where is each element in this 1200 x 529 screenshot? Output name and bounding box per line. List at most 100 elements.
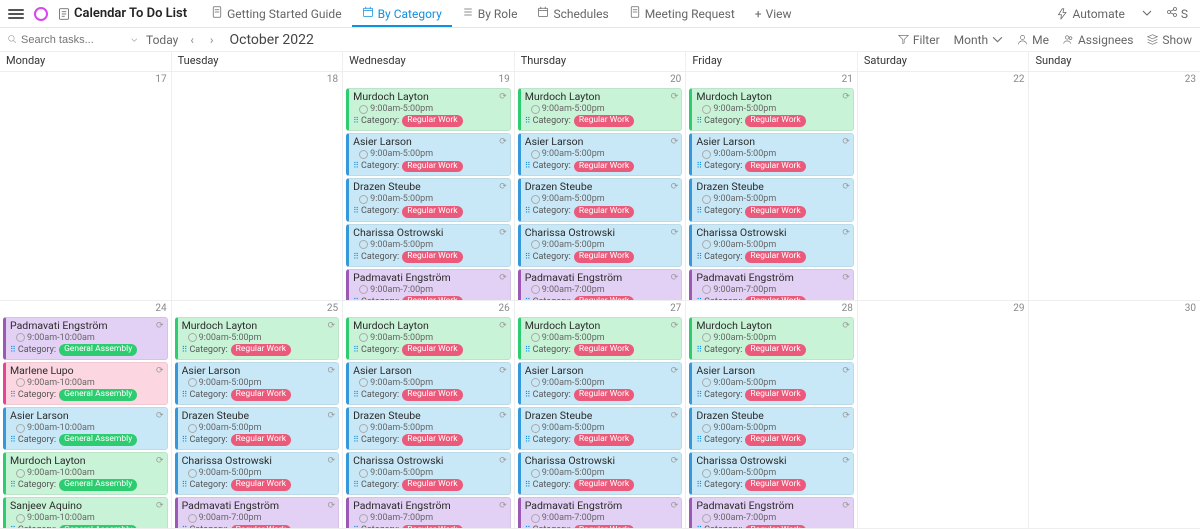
share-button[interactable]: S bbox=[1162, 4, 1192, 23]
event-time: 9:00am-5:00pm bbox=[359, 194, 506, 204]
event-card[interactable]: Marlene Lupo9:00am-10:00amCategory:Gener… bbox=[3, 362, 168, 405]
event-category-row: Category:Regular Work bbox=[353, 344, 506, 356]
category-badge: Regular Work bbox=[231, 434, 291, 446]
event-card[interactable]: Murdoch Layton9:00am-5:00pmCategory:Regu… bbox=[346, 88, 511, 131]
event-card[interactable]: Asier Larson9:00am-5:00pmCategory:Regula… bbox=[518, 362, 683, 405]
calendar-cell[interactable]: 27Murdoch Layton9:00am-5:00pmCategory:Re… bbox=[515, 301, 687, 529]
event-card[interactable]: Sanjeev Aquino9:00am-10:00amCategory:Gen… bbox=[3, 497, 168, 529]
event-card[interactable]: Murdoch Layton9:00am-5:00pmCategory:Regu… bbox=[175, 317, 340, 360]
calendar-cell[interactable]: 21Murdoch Layton9:00am-5:00pmCategory:Re… bbox=[686, 72, 858, 301]
event-time: 9:00am-5:00pm bbox=[702, 149, 849, 159]
timeframe-dropdown[interactable]: Month bbox=[954, 33, 1003, 47]
calendar-cell[interactable]: 19 Murdoch Layton9:00am-5:00pmCategory:Re… bbox=[343, 72, 515, 301]
event-card[interactable]: Murdoch Layton9:00am-5:00pmCategory:Regu… bbox=[518, 317, 683, 360]
event-time: 9:00am-5:00pm bbox=[188, 468, 335, 478]
calendar-cell[interactable]: 17 bbox=[0, 72, 172, 301]
category-label: Category: bbox=[10, 345, 56, 355]
event-category-row: Category:Regular Work bbox=[696, 389, 849, 401]
event-card[interactable]: Asier Larson9:00am-5:00pmCategory:Regula… bbox=[689, 133, 854, 176]
calendar-cell[interactable]: 30 bbox=[1029, 301, 1200, 529]
tab-by-category[interactable]: By Category bbox=[352, 0, 452, 27]
event-card[interactable]: Murdoch Layton9:00am-5:00pmCategory:Regu… bbox=[346, 317, 511, 360]
calendar-cell[interactable]: 18 bbox=[172, 72, 344, 301]
recurring-icon: ⟳ bbox=[671, 92, 679, 102]
event-card[interactable]: Drazen Steube9:00am-5:00pmCategory:Regul… bbox=[346, 178, 511, 221]
event-card[interactable]: Padmavati Engström9:00am-10:00amCategory… bbox=[3, 317, 168, 360]
automate-button[interactable]: Automate bbox=[1050, 4, 1132, 24]
event-card[interactable]: Padmavati Engström9:00am-7:00pmCategory:… bbox=[689, 497, 854, 529]
tab-schedules[interactable]: Schedules bbox=[527, 0, 618, 27]
filter-button[interactable]: Filter bbox=[898, 33, 940, 47]
event-card[interactable]: Drazen Steube9:00am-5:00pmCategory:Regul… bbox=[518, 407, 683, 450]
event-card[interactable]: Charissa Ostrowski9:00am-5:00pmCategory:… bbox=[175, 452, 340, 495]
category-label: Category: bbox=[353, 525, 399, 529]
search-box[interactable] bbox=[8, 34, 138, 46]
event-card[interactable]: Drazen Steube9:00am-5:00pmCategory:Regul… bbox=[689, 178, 854, 221]
menu-icon[interactable] bbox=[8, 9, 24, 19]
calendar-cell[interactable]: 29 bbox=[858, 301, 1030, 529]
category-label: Category: bbox=[696, 525, 742, 529]
event-card[interactable]: Drazen Steube9:00am-5:00pmCategory:Regul… bbox=[689, 407, 854, 450]
event-card[interactable]: Padmavati Engström9:00am-7:00pmCategory:… bbox=[346, 497, 511, 529]
event-card[interactable]: Charissa Ostrowski9:00am-5:00pmCategory:… bbox=[518, 224, 683, 267]
calendar-cell[interactable]: 24Padmavati Engström9:00am-10:00amCatego… bbox=[0, 301, 172, 529]
event-card[interactable]: Drazen Steube9:00am-5:00pmCategory:Regul… bbox=[518, 178, 683, 221]
prev-month-button[interactable]: ‹ bbox=[186, 33, 198, 47]
calendar-cell[interactable]: 23 bbox=[1029, 72, 1200, 301]
event-category-row: Category:Regular Work bbox=[696, 161, 849, 173]
event-card[interactable]: Murdoch Layton9:00am-10:00amCategory:Gen… bbox=[3, 452, 168, 495]
event-card[interactable]: Charissa Ostrowski9:00am-5:00pmCategory:… bbox=[689, 452, 854, 495]
calendar-cell[interactable]: 28Murdoch Layton9:00am-5:00pmCategory:Re… bbox=[686, 301, 858, 529]
event-time: 9:00am-10:00am bbox=[16, 468, 163, 478]
event-card[interactable]: Padmavati Engström9:00am-7:00pmCategory:… bbox=[518, 497, 683, 529]
event-card[interactable]: Drazen Steube9:00am-5:00pmCategory:Regul… bbox=[175, 407, 340, 450]
workspace-logo[interactable] bbox=[34, 7, 48, 21]
event-card[interactable]: Padmavati Engström9:00am-7:00pmCategory:… bbox=[518, 269, 683, 301]
category-badge: Regular Work bbox=[745, 434, 805, 446]
event-time: 9:00am-7:00pm bbox=[359, 285, 506, 295]
automate-dropdown[interactable] bbox=[1138, 5, 1156, 23]
day-header: Tuesday bbox=[172, 52, 344, 71]
event-card[interactable]: Padmavati Engström9:00am-7:00pmCategory:… bbox=[175, 497, 340, 529]
event-card[interactable]: Charissa Ostrowski9:00am-5:00pmCategory:… bbox=[346, 452, 511, 495]
event-card[interactable]: Charissa Ostrowski9:00am-5:00pmCategory:… bbox=[346, 224, 511, 267]
event-card[interactable]: Padmavati Engström9:00am-7:00pmCategory:… bbox=[689, 269, 854, 301]
event-category-row: Category:Regular Work bbox=[696, 344, 849, 356]
show-button[interactable]: Show bbox=[1147, 33, 1192, 47]
date-number: 19 bbox=[498, 74, 509, 85]
event-card[interactable]: Asier Larson9:00am-5:00pmCategory:Regula… bbox=[346, 133, 511, 176]
calendar-cell[interactable]: 25Murdoch Layton9:00am-5:00pmCategory:Re… bbox=[172, 301, 344, 529]
next-month-button[interactable]: › bbox=[206, 33, 218, 47]
event-card[interactable]: Murdoch Layton9:00am-5:00pmCategory:Regu… bbox=[689, 317, 854, 360]
tab-by-role[interactable]: By Role bbox=[452, 0, 528, 27]
assignees-filter[interactable]: Assignees bbox=[1063, 33, 1133, 47]
calendar-cell[interactable]: 26Murdoch Layton9:00am-5:00pmCategory:Re… bbox=[343, 301, 515, 529]
search-input[interactable] bbox=[21, 34, 127, 46]
event-card[interactable]: Asier Larson9:00am-5:00pmCategory:Regula… bbox=[689, 362, 854, 405]
tab-meeting-request[interactable]: Meeting Request bbox=[619, 0, 745, 27]
calendar-cell[interactable]: 20Murdoch Layton9:00am-5:00pmCategory:Re… bbox=[515, 72, 687, 301]
tab-getting-started-guide[interactable]: Getting Started Guide bbox=[201, 0, 351, 27]
recurring-icon: ⟳ bbox=[156, 501, 164, 511]
event-time: 9:00am-5:00pm bbox=[359, 333, 506, 343]
event-card[interactable]: Charissa Ostrowski9:00am-5:00pmCategory:… bbox=[518, 452, 683, 495]
event-card[interactable]: Padmavati Engström9:00am-7:00pmCategory:… bbox=[346, 269, 511, 301]
me-filter[interactable]: Me bbox=[1017, 33, 1049, 47]
event-card[interactable]: Asier Larson9:00am-5:00pmCategory:Regula… bbox=[518, 133, 683, 176]
category-badge: Regular Work bbox=[745, 344, 805, 356]
event-category-row: Category:General Assembly bbox=[10, 389, 163, 401]
event-card[interactable]: Murdoch Layton9:00am-5:00pmCategory:Regu… bbox=[689, 88, 854, 131]
event-card[interactable]: Asier Larson9:00am-10:00amCategory:Gener… bbox=[3, 407, 168, 450]
calendar-cell[interactable]: 22 bbox=[858, 72, 1030, 301]
event-card[interactable]: Murdoch Layton9:00am-5:00pmCategory:Regu… bbox=[518, 88, 683, 131]
doc-title[interactable]: Calendar To Do List bbox=[58, 6, 187, 21]
today-button[interactable]: Today bbox=[146, 33, 178, 47]
add-view-button[interactable]: + View bbox=[745, 7, 802, 21]
event-time: 9:00am-5:00pm bbox=[531, 378, 678, 388]
event-card[interactable]: Charissa Ostrowski9:00am-5:00pmCategory:… bbox=[689, 224, 854, 267]
chevron-down-icon[interactable] bbox=[131, 36, 138, 44]
event-card[interactable]: Asier Larson9:00am-5:00pmCategory:Regula… bbox=[175, 362, 340, 405]
event-card[interactable]: Asier Larson9:00am-5:00pmCategory:Regula… bbox=[346, 362, 511, 405]
event-card[interactable]: Drazen Steube9:00am-5:00pmCategory:Regul… bbox=[346, 407, 511, 450]
event-category-row: Category:Regular Work bbox=[696, 115, 849, 127]
